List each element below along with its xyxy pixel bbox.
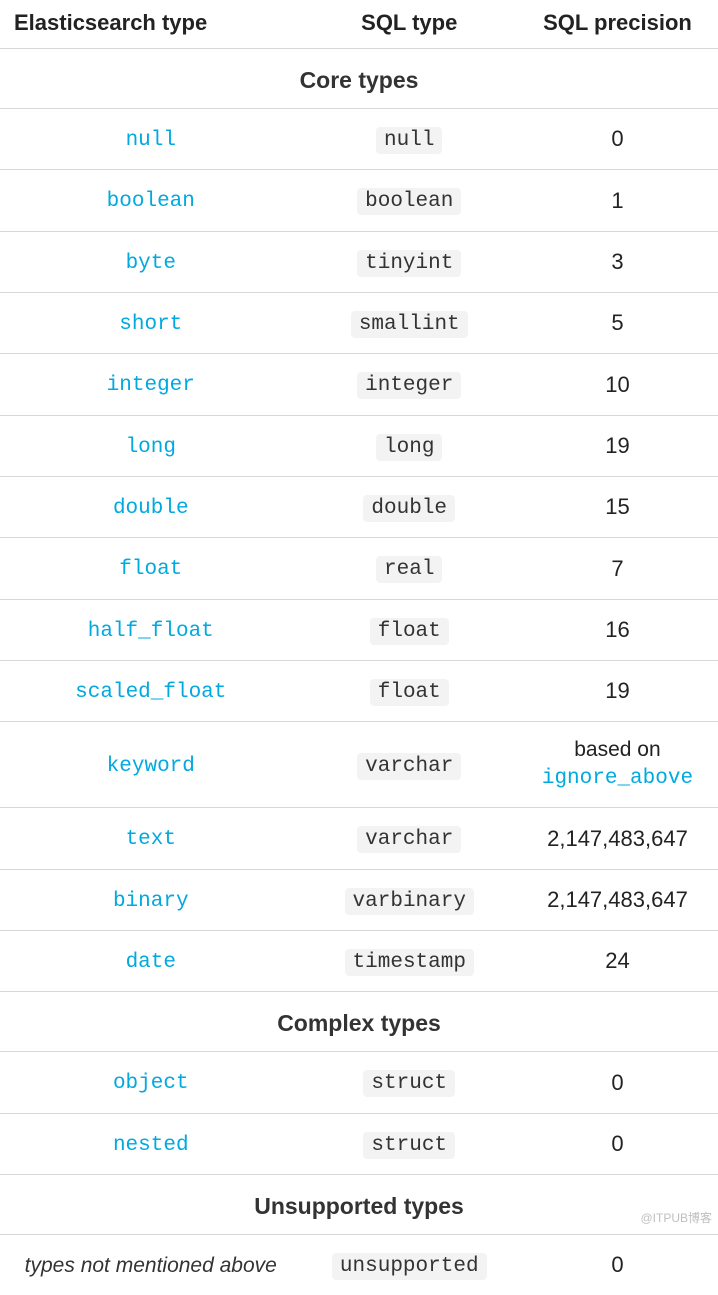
table-row: object struct 0	[0, 1052, 718, 1113]
es-type-nested[interactable]: nested	[113, 1134, 189, 1157]
table-header-row: Elasticsearch type SQL type SQL precisio…	[0, 0, 718, 49]
sql-type-literal: float	[370, 618, 449, 645]
section-complex-types: Complex types	[0, 992, 718, 1052]
es-type-byte[interactable]: byte	[126, 252, 176, 275]
precision-prefix: based on	[574, 738, 660, 761]
es-type-short[interactable]: short	[119, 313, 182, 336]
section-label: Complex types	[0, 992, 718, 1052]
table-row: long long 19	[0, 415, 718, 476]
type-mapping-table: Elasticsearch type SQL type SQL precisio…	[0, 0, 718, 1295]
es-type-double[interactable]: double	[113, 497, 189, 520]
sql-type-literal: struct	[363, 1132, 455, 1159]
section-core-types: Core types	[0, 49, 718, 109]
sql-type-literal: float	[370, 679, 449, 706]
es-type-keyword[interactable]: keyword	[107, 755, 195, 778]
th-sql-type: SQL type	[302, 0, 517, 49]
precision-value: 1	[517, 170, 718, 231]
sql-type-literal: timestamp	[345, 949, 474, 976]
es-type-float[interactable]: float	[119, 558, 182, 581]
table-row: date timestamp 24	[0, 930, 718, 991]
sql-type-literal: long	[376, 434, 442, 461]
es-type-others: types not mentioned above	[25, 1254, 277, 1277]
es-type-scaled-float[interactable]: scaled_float	[75, 681, 226, 704]
precision-value: 7	[517, 538, 718, 599]
table-row: integer integer 10	[0, 354, 718, 415]
sql-type-literal: varchar	[357, 826, 461, 853]
sql-type-literal: real	[376, 556, 442, 583]
precision-value: 19	[517, 661, 718, 722]
table-row: byte tinyint 3	[0, 231, 718, 292]
sql-type-literal: boolean	[357, 188, 461, 215]
table-row: types not mentioned above unsupported 0	[0, 1234, 718, 1295]
es-type-half-float[interactable]: half_float	[88, 620, 214, 643]
precision-value: 15	[517, 477, 718, 538]
sql-type-literal: double	[363, 495, 455, 522]
section-label: Core types	[0, 49, 718, 109]
es-type-null[interactable]: null	[126, 129, 176, 152]
section-label: Unsupported types	[0, 1174, 718, 1234]
precision-value: 0	[517, 1113, 718, 1174]
table-row: boolean boolean 1	[0, 170, 718, 231]
table-row: scaled_float float 19	[0, 661, 718, 722]
table-row: double double 15	[0, 477, 718, 538]
table-row: nested struct 0	[0, 1113, 718, 1174]
sql-type-literal: varbinary	[345, 888, 474, 915]
section-unsupported-types: Unsupported types	[0, 1174, 718, 1234]
th-sql-precision: SQL precision	[517, 0, 718, 49]
sql-type-literal: integer	[357, 372, 461, 399]
precision-value: 3	[517, 231, 718, 292]
precision-value: 0	[517, 109, 718, 170]
precision-value: 19	[517, 415, 718, 476]
table-row: binary varbinary 2,147,483,647	[0, 869, 718, 930]
precision-value: 16	[517, 599, 718, 660]
es-type-boolean[interactable]: boolean	[107, 190, 195, 213]
precision-value: 10	[517, 354, 718, 415]
precision-value: 24	[517, 930, 718, 991]
es-type-date[interactable]: date	[126, 951, 176, 974]
sql-type-literal: null	[376, 127, 442, 154]
precision-value: 2,147,483,647	[517, 808, 718, 869]
table-row: half_float float 16	[0, 599, 718, 660]
sql-type-literal: struct	[363, 1070, 455, 1097]
precision-value: 2,147,483,647	[517, 869, 718, 930]
sql-type-literal: tinyint	[357, 250, 461, 277]
es-type-text[interactable]: text	[126, 828, 176, 851]
watermark: @ITPUB博客	[640, 1209, 712, 1226]
table-row: null null 0	[0, 109, 718, 170]
precision-value: 5	[517, 293, 718, 354]
es-type-binary[interactable]: binary	[113, 890, 189, 913]
precision-link-ignore-above[interactable]: ignore_above	[525, 765, 710, 793]
precision-value: 0	[517, 1052, 718, 1113]
sql-type-literal: unsupported	[332, 1253, 487, 1280]
table-row: float real 7	[0, 538, 718, 599]
table-row: short smallint 5	[0, 293, 718, 354]
th-es-type: Elasticsearch type	[0, 0, 302, 49]
precision-value: 0	[517, 1234, 718, 1295]
sql-type-literal: smallint	[351, 311, 468, 338]
es-type-integer[interactable]: integer	[107, 374, 195, 397]
table-row: text varchar 2,147,483,647	[0, 808, 718, 869]
es-type-object[interactable]: object	[113, 1072, 189, 1095]
sql-type-literal: varchar	[357, 753, 461, 780]
es-type-long[interactable]: long	[126, 436, 176, 459]
table-row: keyword varchar based on ignore_above	[0, 722, 718, 808]
precision-complex: based on ignore_above	[517, 722, 718, 808]
